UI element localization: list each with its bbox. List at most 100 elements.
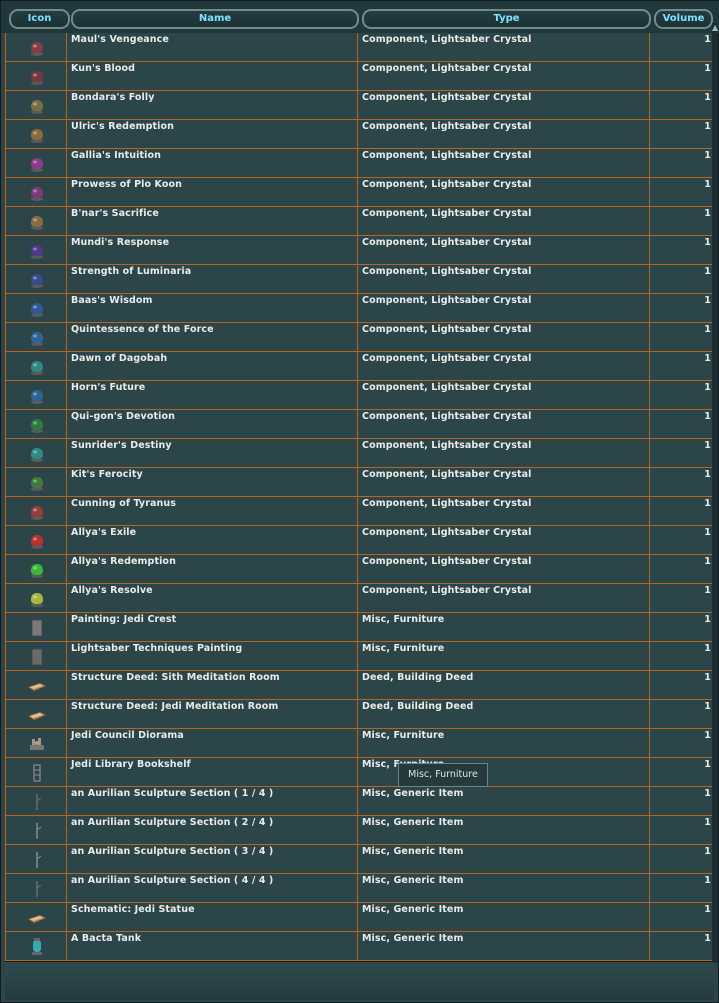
table-row[interactable]: Ulric's Redemption Component, Lightsaber … [6, 120, 715, 149]
table-row[interactable]: Lightsaber Techniques Painting Misc, Furn… [6, 642, 715, 671]
type-cell: Misc, Furniture [358, 729, 650, 757]
table-row[interactable]: Horn's Future Component, Lightsaber Cryst… [6, 381, 715, 410]
column-header-bar: Icon Name Type Volume [1, 1, 719, 33]
type-cell: Misc, Generic Item [358, 932, 650, 960]
table-row[interactable]: an Aurilian Sculpture Section ( 1 / 4 ) M… [6, 787, 715, 816]
item-name: Sunrider's Destiny [71, 440, 172, 451]
table-row[interactable]: Allya's Resolve Component, Lightsaber Cry… [6, 584, 715, 613]
table-row[interactable]: Structure Deed: Sith Meditation Room Deed… [6, 671, 715, 700]
table-row[interactable]: Bondara's Folly Component, Lightsaber Cry… [6, 91, 715, 120]
table-row[interactable]: Schematic: Jedi Statue Misc, Generic Item… [6, 903, 715, 932]
volume-cell: 1 [650, 729, 715, 757]
item-volume: 1 [704, 411, 711, 422]
crystal-icon [28, 271, 46, 289]
table-row[interactable]: an Aurilian Sculpture Section ( 4 / 4 ) M… [6, 874, 715, 903]
icon-cell [6, 671, 67, 699]
table-row[interactable]: Mundi's Response Component, Lightsaber Cr… [6, 236, 715, 265]
item-name: Structure Deed: Jedi Meditation Room [71, 701, 279, 712]
item-volume: 1 [704, 498, 711, 509]
type-cell: Component, Lightsaber Crystal [358, 323, 650, 351]
name-column-header[interactable]: Name [71, 9, 359, 29]
item-name: Qui-gon's Devotion [71, 411, 175, 422]
item-type: Component, Lightsaber Crystal [362, 150, 532, 161]
item-name: Allya's Redemption [71, 556, 176, 567]
volume-cell: 1 [650, 642, 715, 670]
name-cell: Cunning of Tyranus [67, 497, 358, 525]
item-type: Component, Lightsaber Crystal [362, 34, 532, 45]
item-type: Component, Lightsaber Crystal [362, 353, 532, 364]
table-row[interactable]: Jedi Council Diorama Misc, Furniture 1 [6, 729, 715, 758]
table-row[interactable]: A Bacta Tank Misc, Generic Item 1 [6, 932, 715, 961]
table-row[interactable]: Strength of Luminaria Component, Lightsab… [6, 265, 715, 294]
type-cell: Component, Lightsaber Crystal [358, 555, 650, 583]
table-row[interactable]: Kit's Ferocity Component, Lightsaber Crys… [6, 468, 715, 497]
table-row[interactable]: B'nar's Sacrifice Component, Lightsaber C… [6, 207, 715, 236]
name-cell: Lightsaber Techniques Painting [67, 642, 358, 670]
painting-icon [28, 619, 46, 637]
icon-cell [6, 33, 67, 61]
table-row[interactable]: Jedi Library Bookshelf Misc, Furniture 1 [6, 758, 715, 787]
type-cell: Component, Lightsaber Crystal [358, 410, 650, 438]
item-volume: 1 [704, 759, 711, 770]
icon-cell [6, 207, 67, 235]
table-row[interactable]: Baas's Wisdom Component, Lightsaber Cryst… [6, 294, 715, 323]
table-row[interactable]: Gallia's Intuition Component, Lightsaber … [6, 149, 715, 178]
table-row[interactable]: Structure Deed: Jedi Meditation Room Deed… [6, 700, 715, 729]
scrollbar[interactable] [712, 23, 718, 963]
type-cell: Misc, Generic Item [358, 787, 650, 815]
item-volume: 1 [704, 266, 711, 277]
name-cell: an Aurilian Sculpture Section ( 4 / 4 ) [67, 874, 358, 902]
table-row[interactable]: Qui-gon's Devotion Component, Lightsaber … [6, 410, 715, 439]
table-row[interactable]: Dawn of Dagobah Component, Lightsaber Cry… [6, 352, 715, 381]
icon-cell [6, 700, 67, 728]
table-row[interactable]: Cunning of Tyranus Component, Lightsaber … [6, 497, 715, 526]
volume-cell: 1 [650, 410, 715, 438]
item-volume: 1 [704, 295, 711, 306]
item-type: Component, Lightsaber Crystal [362, 324, 532, 335]
table-row[interactable]: Sunrider's Destiny Component, Lightsaber … [6, 439, 715, 468]
type-column-header[interactable]: Type [362, 9, 651, 29]
volume-cell: 1 [650, 526, 715, 554]
item-name: A Bacta Tank [71, 933, 142, 944]
deed-icon [27, 677, 47, 695]
item-type: Component, Lightsaber Crystal [362, 208, 532, 219]
name-cell: Jedi Library Bookshelf [67, 758, 358, 786]
table-row[interactable]: Quintessence of the Force Component, Ligh… [6, 323, 715, 352]
volume-column-header[interactable]: Volume [654, 9, 713, 29]
item-name: Kun's Blood [71, 63, 136, 74]
icon-column-header[interactable]: Icon [9, 9, 70, 29]
volume-cell: 1 [650, 584, 715, 612]
name-cell: an Aurilian Sculpture Section ( 2 / 4 ) [67, 816, 358, 844]
item-volume: 1 [704, 208, 711, 219]
name-cell: Sunrider's Destiny [67, 439, 358, 467]
item-type: Component, Lightsaber Crystal [362, 556, 532, 567]
item-volume: 1 [704, 585, 711, 596]
volume-cell: 1 [650, 323, 715, 351]
table-row[interactable]: Allya's Redemption Component, Lightsaber … [6, 555, 715, 584]
table-row[interactable]: Maul's Vengeance Component, Lightsaber Cr… [6, 33, 715, 62]
name-cell: Allya's Exile [67, 526, 358, 554]
table-row[interactable]: Kun's Blood Component, Lightsaber Crystal… [6, 62, 715, 91]
table-row[interactable]: Allya's Exile Component, Lightsaber Cryst… [6, 526, 715, 555]
type-cell: Component, Lightsaber Crystal [358, 294, 650, 322]
icon-cell [6, 555, 67, 583]
table-row[interactable]: an Aurilian Sculpture Section ( 2 / 4 ) M… [6, 816, 715, 845]
table-row[interactable]: Painting: Jedi Crest Misc, Furniture 1 [6, 613, 715, 642]
table-row[interactable]: an Aurilian Sculpture Section ( 3 / 4 ) M… [6, 845, 715, 874]
volume-cell: 1 [650, 932, 715, 960]
icon-cell [6, 845, 67, 873]
icon-cell [6, 178, 67, 206]
sculpture-icon [28, 851, 46, 869]
name-cell: an Aurilian Sculpture Section ( 3 / 4 ) [67, 845, 358, 873]
icon-cell [6, 874, 67, 902]
crystal-icon [28, 126, 46, 144]
type-cell: Component, Lightsaber Crystal [358, 526, 650, 554]
icon-cell [6, 439, 67, 467]
name-cell: B'nar's Sacrifice [67, 207, 358, 235]
type-cell: Component, Lightsaber Crystal [358, 497, 650, 525]
scroll-up-arrow-icon[interactable]: ▲ [712, 23, 718, 33]
table-row[interactable]: Prowess of Plo Koon Component, Lightsaber… [6, 178, 715, 207]
icon-cell [6, 323, 67, 351]
item-name: Allya's Exile [71, 527, 137, 538]
item-volume: 1 [704, 469, 711, 480]
